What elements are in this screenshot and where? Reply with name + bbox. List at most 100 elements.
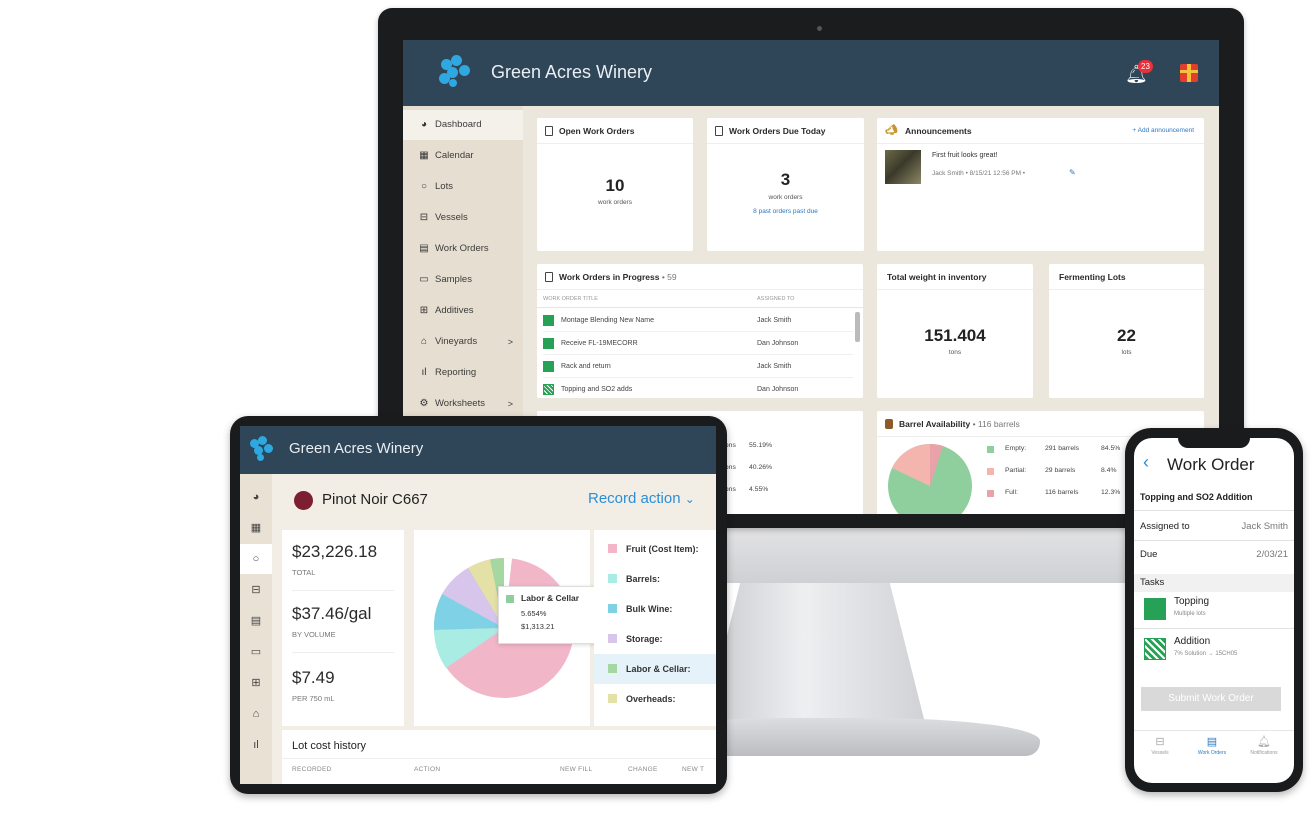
chevron-right-icon: > [507,399,513,409]
sidebar-item-vineyards[interactable]: ⌂ Vineyards > [403,327,523,357]
chevron-right-icon: > [507,337,513,347]
history-column-header: CHANGE [628,766,658,773]
due-today-card[interactable]: Work Orders Due Today 3 work orders 8 pa… [707,118,864,251]
stat-value: $37.46/gal [292,604,372,623]
sidebar-item-lots[interactable]: ○ Lots [403,172,523,202]
work-order-title: Topping and SO2 adds [561,386,633,393]
col-assigned: ASSIGNED TO [757,296,795,302]
additives-icon: ⊞ [419,305,429,316]
sidebar-item-worksheets[interactable]: ⚙ Worksheets > [403,389,523,419]
stat-label: TOTAL [292,568,316,577]
fermenting-lots-card[interactable]: Fermenting Lots 22 lots [1049,264,1204,398]
sidebar-item-label: Calendar [435,150,474,161]
sidebar-item-additives[interactable]: ⊞ Additives [403,296,523,326]
clipboard-icon [545,126,553,136]
open-work-orders-value: 10 [605,176,625,195]
back-chevron-icon[interactable]: ‹ [1143,452,1149,473]
app-title: Green Acres Winery [289,440,424,457]
task-title[interactable]: Addition [1174,636,1210,647]
nav-label: Work Orders [1197,750,1227,756]
table-row[interactable]: Topping and SO2 adds Dan Johnson [543,378,853,398]
sidebar-item-label: Vessels [435,212,468,223]
table-row[interactable]: Receive FL-19MECORR Dan Johnson [543,332,853,355]
calendar-icon[interactable]: ▦ [240,513,272,543]
open-work-orders-card[interactable]: Open Work Orders 10 work orders [537,118,693,251]
clipboard-icon[interactable]: ▤ [240,606,272,636]
task-title[interactable]: Topping [1174,596,1209,607]
legend-swatch [608,664,617,673]
sidebar-item-label: Additives [435,305,474,316]
sample-icon[interactable]: ▭ [240,637,272,667]
sidebar-item-label: Samples [435,274,472,285]
legend-pct: 8.4% [1101,467,1117,474]
announcement-text: First fruit looks great! [932,152,998,159]
cost-legend-row[interactable]: Labor & Cellar: [594,654,716,684]
sidebar-item-vessels[interactable]: ⊟ Vessels [403,203,523,233]
legend-label: Empty: [1005,445,1027,452]
cost-legend-row[interactable]: Storage: [594,624,716,654]
barn-icon: ⌂ [420,336,428,347]
card-title: Fermenting Lots [1049,264,1204,290]
due-label: Due [1140,549,1158,560]
cost-stats-card: $23,226.18 TOTAL $37.46/gal BY VOLUME $7… [282,530,404,726]
phone-notch [1178,436,1250,448]
breakdown-pct: 40.26% [749,464,773,471]
add-announcement-link[interactable]: + Add announcement [1132,118,1194,144]
cost-legend-row[interactable]: Overheads: [594,684,716,714]
nav-item-notifications[interactable]: 🔔︎ Notifications [1244,735,1284,756]
stat-value: $23,226.18 [292,542,378,561]
cost-legend-row[interactable]: Barrels: [594,564,716,594]
sidebar-item-work-orders[interactable]: ▤ Work Orders [403,234,523,264]
sidebar-item-calendar[interactable]: ▦ Calendar [403,141,523,171]
nav-item-vessels[interactable]: ⊟ Vessels [1140,735,1180,756]
dashboard-icon[interactable]: ◕ [240,482,272,512]
lots-icon[interactable]: ○ [240,544,272,574]
record-action-button[interactable]: Record action ⌄ [588,490,695,507]
bar-chart-icon[interactable]: ıl [240,730,272,760]
gift-icon[interactable] [1180,64,1198,82]
sidebar-item-dashboard[interactable]: ◕ Dashboard [403,110,523,140]
due-today-value: 3 [780,170,791,189]
legend-pct: 84.5% [1101,445,1121,452]
total-weight-card[interactable]: Total weight in inventory 151.404 tons [877,264,1033,398]
history-column-header: RECORDED [292,766,332,773]
scrollbar[interactable] [855,312,860,342]
sidebar-item-label: Reporting [435,367,477,378]
assigned-label: Assigned to [1140,521,1190,532]
legend-pct: 12.3% [1101,489,1121,496]
legend-label: Full: [1005,489,1018,496]
legend-swatch [608,694,617,703]
cost-legend-row[interactable]: Fruit (Cost Item): [594,534,716,564]
table-row[interactable]: Rack and return Jack Smith [543,355,853,378]
announcement-meta: Jack Smith • 8/15/21 12:56 PM • [932,170,1026,177]
vessel-icon[interactable]: ⊟ [240,575,272,605]
stat-label: BY VOLUME [292,630,336,639]
edit-pencil-icon[interactable]: ✎ [1069,168,1076,177]
tablet-top-bar: Green Acres Winery [240,426,716,474]
due-today-unit: work orders [768,194,803,201]
tasks-header: Tasks [1134,574,1294,592]
barn-icon[interactable]: ⌂ [240,699,272,729]
sample-icon: ▭ [419,274,429,285]
past-due-link[interactable]: 8 past orders past due [707,208,864,215]
card-title: Work Orders Due Today [729,126,826,136]
due-row: Due 2/03/21 [1140,549,1288,560]
cost-legend-label: Labor & Cellar: [626,664,691,674]
status-square-icon [543,384,554,395]
legend-swatch [987,490,994,497]
card-count: • 59 [661,272,677,282]
tooltip-amount: $1,313.21 [521,622,555,631]
cost-legend-label: Fruit (Cost Item): [626,544,699,554]
cost-legend-label: Barrels: [626,574,661,584]
cost-legend-row[interactable]: Bulk Wine: [594,594,716,624]
submit-work-order-button[interactable]: Submit Work Order [1141,687,1281,711]
nav-item-work-orders[interactable]: ▤ Work Orders [1192,735,1232,756]
sidebar-item-reporting[interactable]: ıl Reporting [403,358,523,388]
legend-swatch [608,544,617,553]
additives-icon[interactable]: ⊞ [240,668,272,698]
app-logo-icon[interactable] [437,55,477,93]
app-logo-icon[interactable] [248,436,278,464]
sidebar-item-samples[interactable]: ▭ Samples [403,265,523,295]
table-row[interactable]: Montage Blending New Name Jack Smith [543,309,853,332]
assigned-row: Assigned to Jack Smith [1140,521,1288,532]
